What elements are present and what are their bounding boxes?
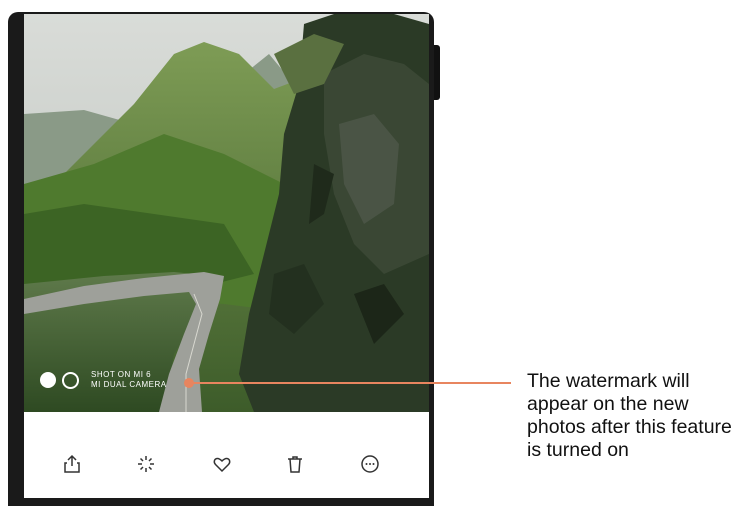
watermark-logo-filled-circle — [40, 372, 56, 388]
favorite-button[interactable] — [210, 452, 234, 476]
phone-screen: SHOT ON MI 6 MI DUAL CAMERA — [24, 14, 429, 498]
phone-side-button — [434, 45, 440, 100]
watermark-line1: SHOT ON MI 6 — [91, 370, 152, 379]
photo-action-toolbar — [24, 412, 429, 498]
delete-button[interactable] — [283, 452, 307, 476]
watermark-line2: MI DUAL CAMERA — [91, 380, 167, 389]
more-button[interactable] — [358, 452, 382, 476]
watermark-logo-outline-circle — [62, 371, 79, 389]
share-button[interactable] — [60, 452, 84, 476]
callout-line — [189, 382, 511, 384]
magic-edit-icon — [138, 456, 154, 472]
watermark-text: SHOT ON MI 6 MI DUAL CAMERA — [91, 370, 167, 390]
edit-button[interactable] — [134, 452, 158, 476]
callout-dot — [184, 378, 194, 388]
heart-icon — [213, 457, 231, 473]
callout-text: The watermark will appear on the new pho… — [527, 370, 732, 461]
trash-icon — [288, 456, 302, 473]
photo-image — [24, 14, 429, 412]
watermark: SHOT ON MI 6 MI DUAL CAMERA — [40, 370, 167, 390]
landscape-photo[interactable]: SHOT ON MI 6 MI DUAL CAMERA — [24, 14, 429, 412]
more-icon — [361, 455, 379, 473]
share-icon — [64, 454, 80, 473]
